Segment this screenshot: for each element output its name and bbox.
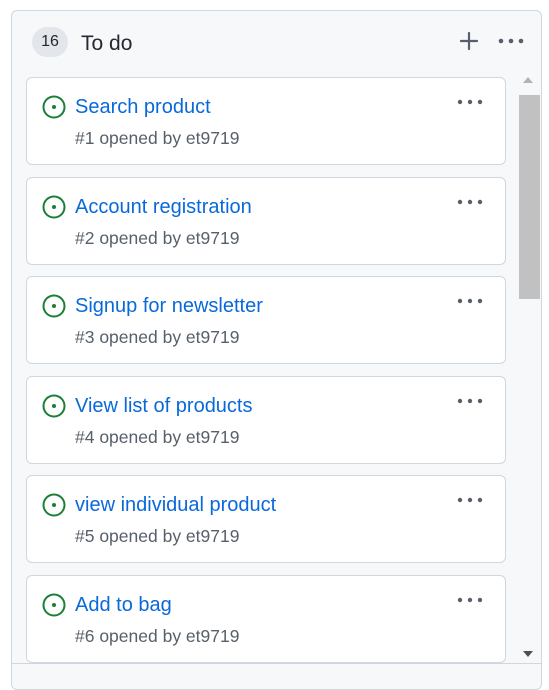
- issue-card[interactable]: Add to bag #6 opened by et9719: [26, 575, 506, 663]
- column-footer-divider: [12, 663, 541, 664]
- kebab-horizontal-icon: [457, 298, 483, 304]
- card-menu-button[interactable]: [455, 291, 485, 311]
- issue-card[interactable]: Account registration #2 opened by et9719: [26, 177, 506, 265]
- scrollbar-thumb[interactable]: [519, 95, 540, 299]
- card-menu-button[interactable]: [455, 192, 485, 212]
- issue-title-link[interactable]: Search product: [75, 94, 211, 120]
- card-menu-button[interactable]: [455, 391, 485, 411]
- issue-card[interactable]: Signup for newsletter #3 opened by et971…: [26, 276, 506, 364]
- issue-opened-icon: [42, 493, 66, 517]
- issue-title-link[interactable]: Add to bag: [75, 592, 172, 618]
- card-menu-button[interactable]: [455, 92, 485, 112]
- project-column-todo: 16 To do Search product #1 opened by et9…: [11, 10, 542, 690]
- kebab-horizontal-icon: [457, 398, 483, 404]
- scroll-up-arrow-icon[interactable]: [522, 75, 534, 85]
- card-count-badge: 16: [32, 27, 68, 57]
- issue-meta: #4 opened by et9719: [75, 427, 240, 447]
- issue-title-link[interactable]: View list of products: [75, 393, 253, 419]
- kebab-horizontal-icon: [457, 99, 483, 105]
- issue-title-link[interactable]: Signup for newsletter: [75, 293, 263, 319]
- issue-meta: #3 opened by et9719: [75, 327, 240, 347]
- issue-meta: #2 opened by et9719: [75, 228, 240, 248]
- plus-icon: [459, 31, 479, 51]
- issue-meta: #5 opened by et9719: [75, 526, 240, 546]
- card-menu-button[interactable]: [455, 490, 485, 510]
- issue-card[interactable]: View list of products #4 opened by et971…: [26, 376, 506, 464]
- column-menu-button[interactable]: [496, 27, 526, 55]
- kebab-horizontal-icon: [498, 38, 524, 44]
- kebab-horizontal-icon: [457, 199, 483, 205]
- issue-title-link[interactable]: Account registration: [75, 194, 252, 220]
- kebab-horizontal-icon: [457, 497, 483, 503]
- column-header: 16 To do: [12, 11, 541, 71]
- vertical-scrollbar[interactable]: [517, 73, 540, 673]
- card-menu-button[interactable]: [455, 590, 485, 610]
- issue-card[interactable]: Search product #1 opened by et9719: [26, 77, 506, 165]
- add-card-button[interactable]: [456, 27, 482, 55]
- issue-opened-icon: [42, 394, 66, 418]
- issue-opened-icon: [42, 593, 66, 617]
- issue-opened-icon: [42, 95, 66, 119]
- issue-opened-icon: [42, 294, 66, 318]
- issue-opened-icon: [42, 195, 66, 219]
- scroll-down-arrow-icon[interactable]: [522, 649, 534, 659]
- issue-meta: #1 opened by et9719: [75, 128, 240, 148]
- issue-card[interactable]: view individual product #5 opened by et9…: [26, 475, 506, 563]
- column-title: To do: [81, 32, 133, 55]
- issue-title-link[interactable]: view individual product: [75, 492, 276, 518]
- issue-meta: #6 opened by et9719: [75, 626, 240, 646]
- kebab-horizontal-icon: [457, 597, 483, 603]
